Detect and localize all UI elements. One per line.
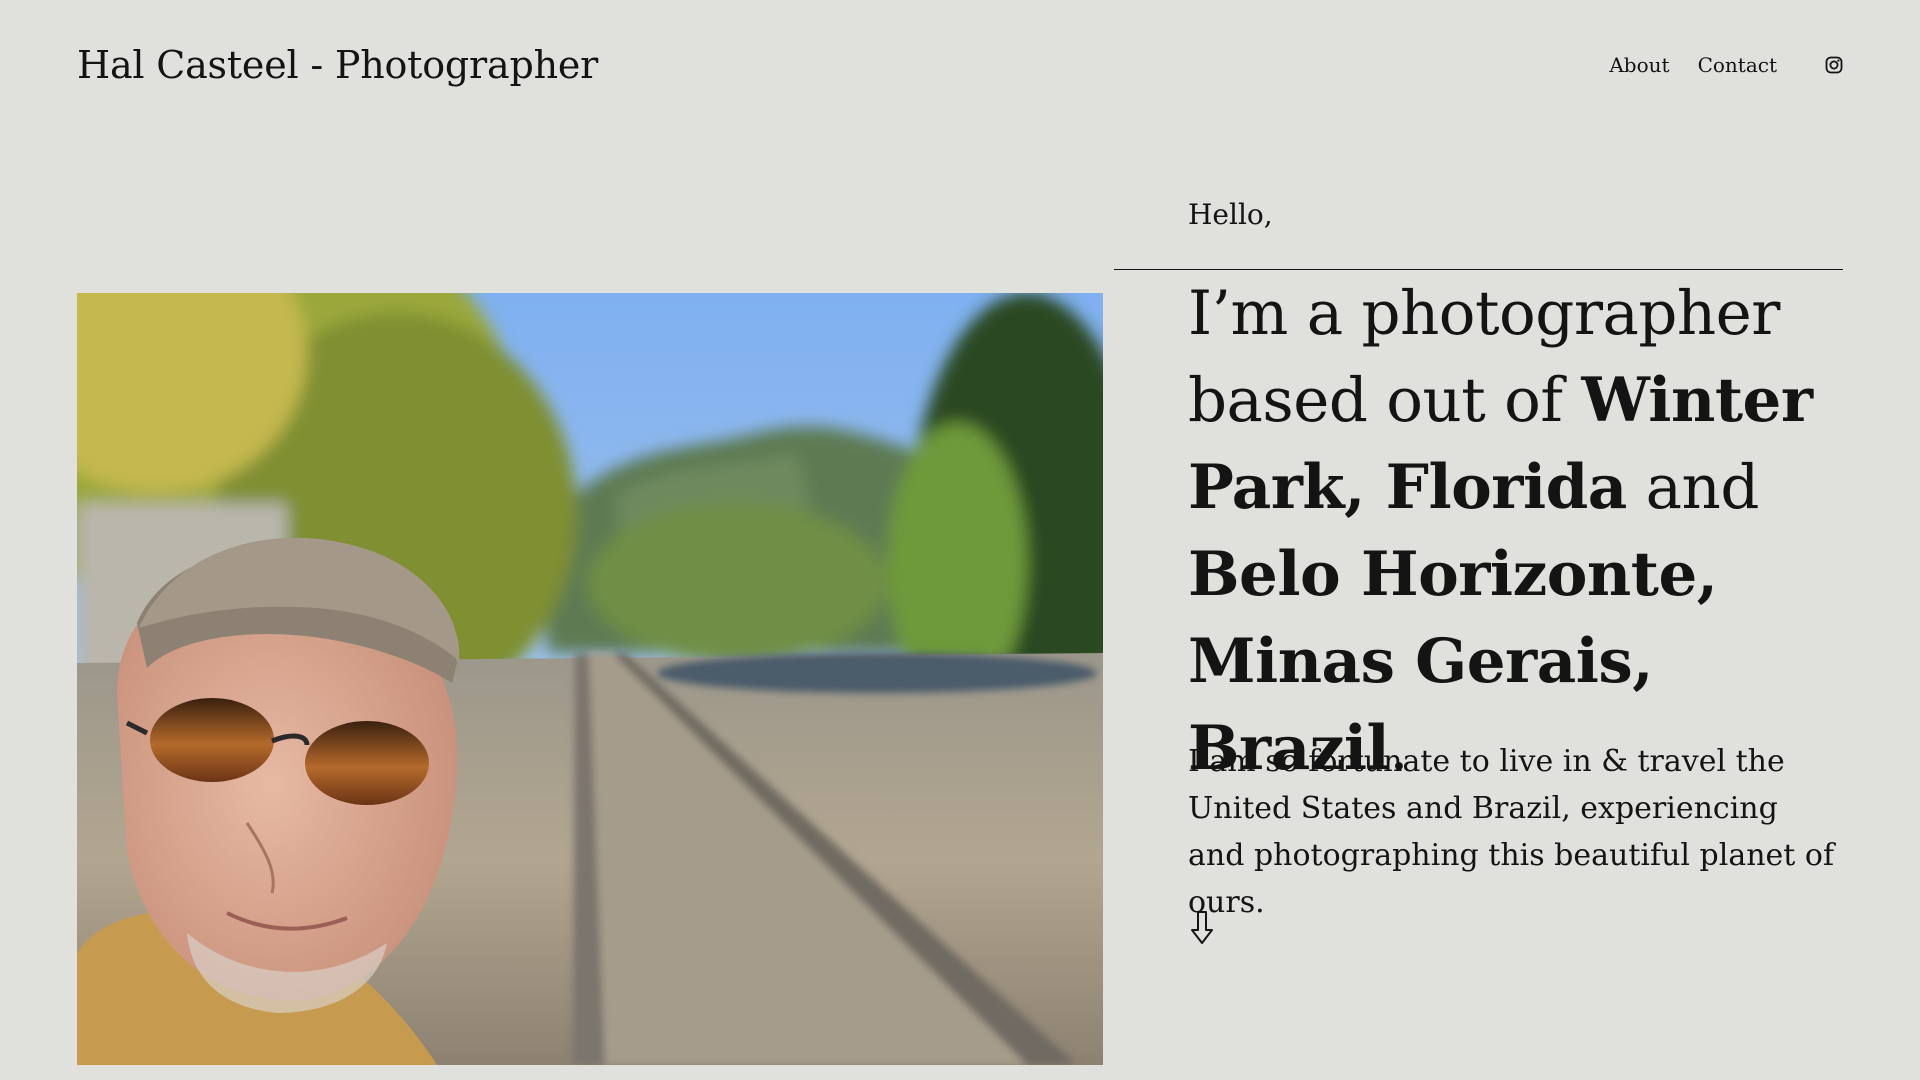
main-nav: About Contact — [1609, 50, 1843, 80]
site-title[interactable]: Hal Casteel - Photographer — [77, 40, 598, 90]
intro-paragraph: I am so fortunate to live in & travel th… — [1188, 744, 1835, 920]
portrait-photo — [77, 293, 1103, 1065]
nav-about-link[interactable]: About — [1609, 50, 1669, 80]
headline-conjunction: and — [1626, 452, 1760, 523]
greeting: Hello, — [1188, 198, 1273, 231]
hero-headline: I’m a photographer based out of Winter P… — [1188, 270, 1848, 792]
arrow-down-icon[interactable] — [1190, 910, 1214, 946]
site-header: Hal Casteel - Photographer About Contact — [77, 0, 1843, 130]
instagram-icon[interactable] — [1825, 56, 1843, 74]
nav-contact-link[interactable]: Contact — [1698, 50, 1777, 80]
